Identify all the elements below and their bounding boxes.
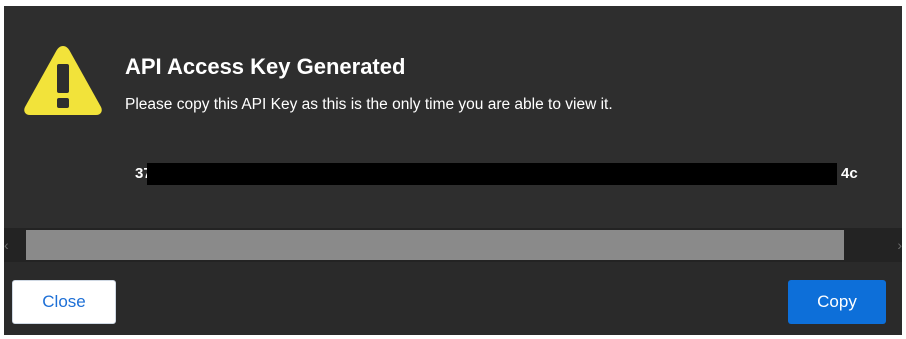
warning-icon [24,46,102,115]
dialog-footer: Close Copy [4,262,902,335]
scroll-right-icon[interactable]: › [890,228,902,262]
close-button[interactable]: Close [12,280,116,324]
scroll-left-icon[interactable]: ‹ [4,228,16,262]
api-key-field[interactable]: 37 4c [135,163,875,185]
horizontal-scrollbar[interactable]: ‹ › [4,228,902,262]
dialog-message: Please copy this API Key as this is the … [125,96,613,113]
api-key-dialog: API Access Key Generated Please copy thi… [4,6,902,335]
copy-button[interactable]: Copy [788,280,886,324]
api-key-end: 4c [841,165,858,182]
dialog-title: API Access Key Generated [125,54,406,79]
scrollbar-thumb[interactable] [26,230,844,260]
api-key-redaction [147,163,837,185]
